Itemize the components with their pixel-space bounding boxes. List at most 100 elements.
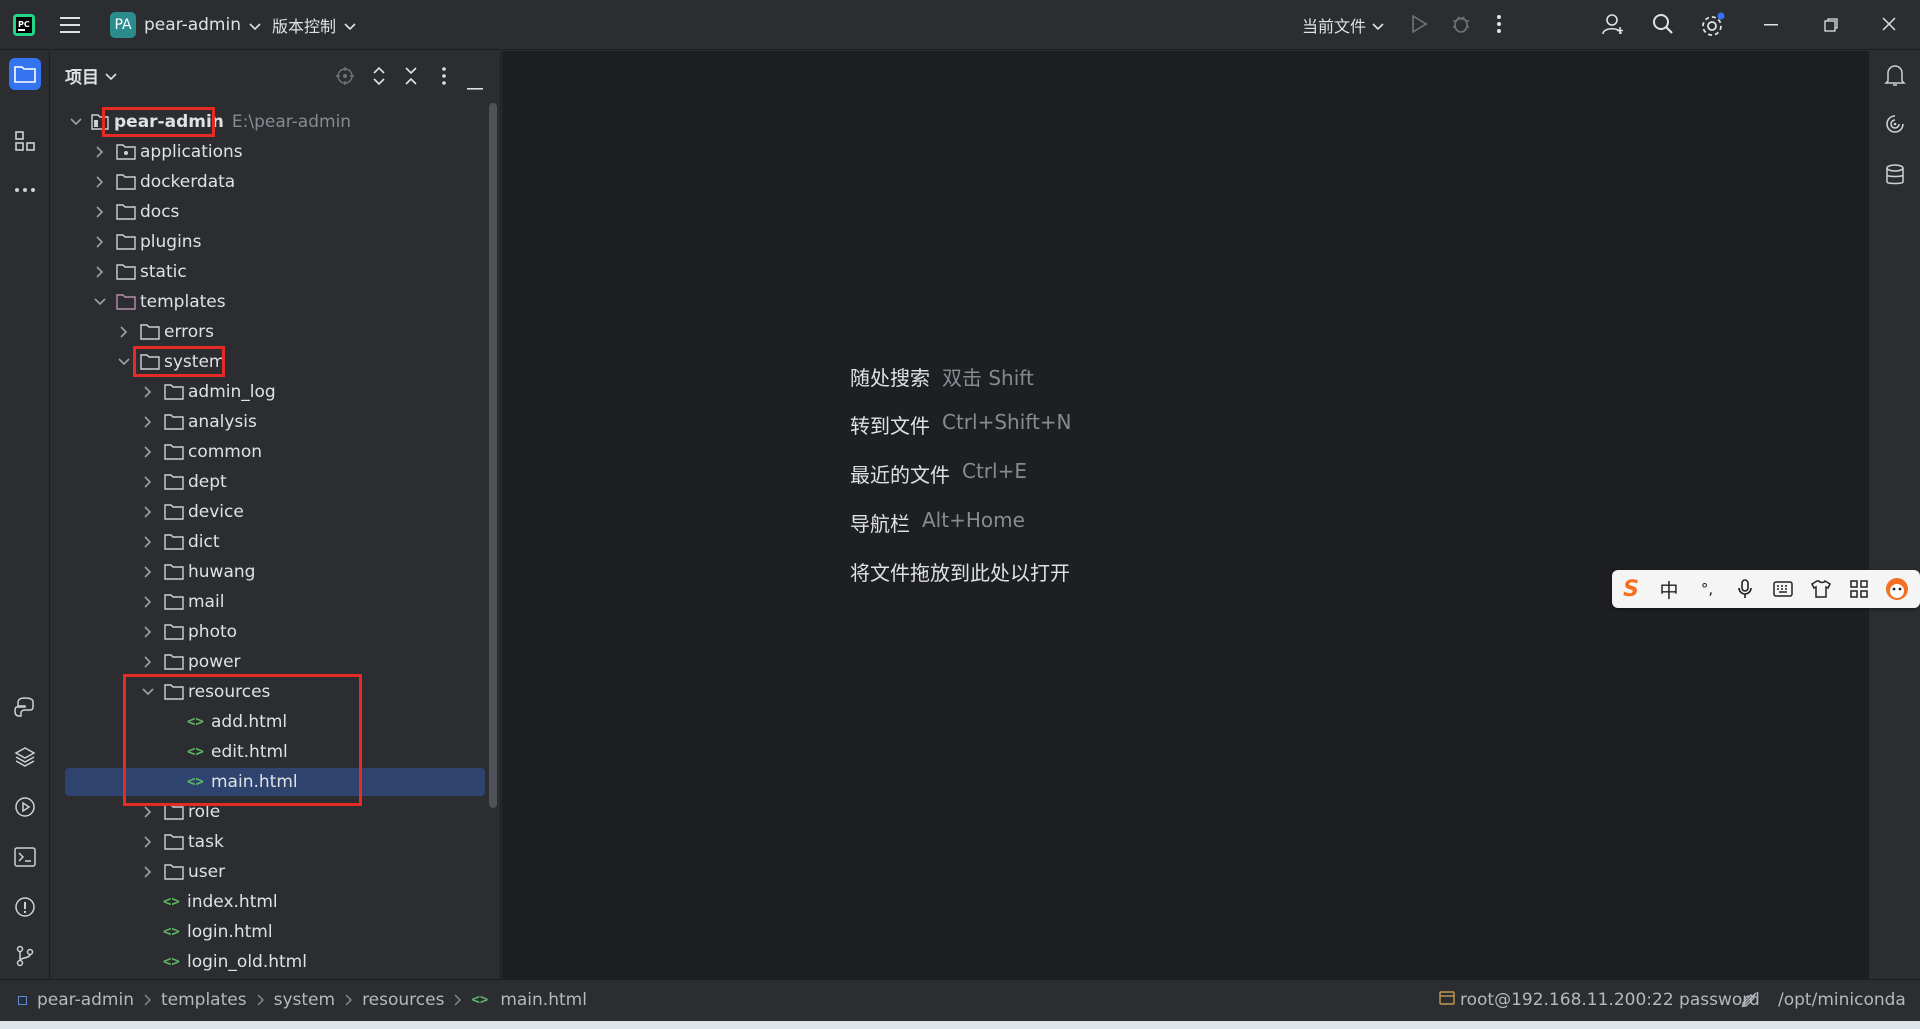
tree-item-power[interactable]: power <box>141 647 241 677</box>
folder-icon <box>163 622 185 642</box>
database-icon[interactable] <box>1884 163 1906 191</box>
ime-mode-toggle[interactable]: 中 <box>1650 570 1688 608</box>
tree-item-login-old-html[interactable]: <> login_old.html <box>163 947 307 977</box>
run-config-selector[interactable]: 当前文件 <box>1302 12 1384 38</box>
readonly-toggle-icon[interactable] <box>1740 991 1758 1013</box>
tree-item-applications[interactable]: applications <box>93 137 243 167</box>
chevron-down-icon <box>69 115 83 129</box>
terminal-icon[interactable] <box>9 841 41 873</box>
microphone-icon[interactable] <box>1726 570 1764 608</box>
debug-icon[interactable] <box>1450 13 1472 35</box>
editor-empty-state[interactable] <box>502 51 1868 979</box>
problems-icon[interactable] <box>9 891 41 923</box>
structure-icon[interactable] <box>9 125 41 157</box>
tree-item-label: errors <box>164 322 215 342</box>
restore-icon[interactable] <box>1824 18 1838 32</box>
project-folder-icon[interactable] <box>9 58 41 90</box>
tree-item-huwang[interactable]: huwang <box>141 557 255 587</box>
sogou-logo-icon[interactable]: S <box>1612 570 1650 608</box>
breadcrumb-item[interactable]: system <box>274 990 335 1010</box>
tree-item-index-html[interactable]: <> index.html <box>163 887 278 917</box>
tree-item-analysis[interactable]: analysis <box>141 407 257 437</box>
more-tools-icon[interactable] <box>9 174 41 206</box>
ai-assistant-icon[interactable] <box>1884 113 1906 139</box>
breadcrumb-item[interactable]: templates <box>161 990 247 1010</box>
project-badge: PA <box>110 12 136 38</box>
title-bar: PC PA pear-admin 版本控制 当前文件 <box>0 0 1920 50</box>
tree-item-label: common <box>188 442 263 462</box>
chevron-right-icon <box>141 595 155 609</box>
services-icon[interactable] <box>9 791 41 823</box>
project-selector[interactable]: PA pear-admin <box>110 12 261 38</box>
close-icon[interactable] <box>1882 17 1896 31</box>
hint-label: 最近的文件 <box>850 463 950 487</box>
tree-item-task[interactable]: task <box>141 827 224 857</box>
tree-item-user[interactable]: user <box>141 857 225 887</box>
tree-item-dict[interactable]: dict <box>141 527 220 557</box>
chevron-right-icon <box>141 565 155 579</box>
ime-punctuation-toggle[interactable]: °, <box>1688 570 1726 608</box>
hint-label: 转到文件 <box>850 414 930 438</box>
tree-scrollbar[interactable] <box>489 103 497 808</box>
tree-item-mail[interactable]: mail <box>141 587 224 617</box>
tree-item-templates[interactable]: templates <box>93 287 226 317</box>
vcs-selector[interactable]: 版本控制 <box>272 12 356 38</box>
tree-item-photo[interactable]: photo <box>141 617 237 647</box>
folder-icon <box>163 442 185 462</box>
pycharm-logo-icon[interactable]: PC <box>12 12 38 38</box>
keyboard-icon[interactable] <box>1764 570 1802 608</box>
minimize-icon[interactable] <box>1764 24 1778 26</box>
folder-icon <box>139 322 161 342</box>
remote-host-widget[interactable]: root@192.168.11.200:22 password <box>1438 989 1760 1011</box>
git-branch-icon[interactable] <box>9 940 41 972</box>
layers-icon[interactable] <box>9 741 41 773</box>
interpreter-widget[interactable]: /opt/miniconda <box>1778 990 1906 1010</box>
hint-navigation-bar: 导航栏 Alt+Home <box>850 508 1025 537</box>
panel-title: 项目 <box>65 68 99 88</box>
expand-all-icon[interactable] <box>371 66 387 90</box>
hint-shortcut: 双击 Shift <box>942 366 1034 390</box>
skin-shirt-icon[interactable] <box>1802 570 1840 608</box>
breadcrumb-item[interactable]: pear-admin <box>37 990 134 1010</box>
settings-gear-icon[interactable] <box>1700 12 1726 38</box>
locate-file-icon[interactable] <box>335 66 355 90</box>
tree-item-admin-log[interactable]: admin_log <box>141 377 276 407</box>
ime-toolbar[interactable]: S 中 °, <box>1612 570 1920 608</box>
tree-item-docs[interactable]: docs <box>93 197 179 227</box>
folder-icon <box>115 172 137 192</box>
tree-item-common[interactable]: common <box>141 437 262 467</box>
main-menu-icon[interactable] <box>60 12 86 38</box>
search-icon[interactable] <box>1652 13 1674 35</box>
python-console-icon[interactable] <box>9 691 41 723</box>
tree-item-label: photo <box>188 622 238 642</box>
chevron-down-icon <box>117 355 131 369</box>
breadcrumb-item[interactable]: resources <box>362 990 444 1010</box>
html-file-icon: <> <box>163 924 180 940</box>
hide-panel-icon[interactable] <box>467 75 483 94</box>
run-icon[interactable] <box>1410 14 1428 34</box>
status-bar: pear-admin templates system resources <>… <box>0 979 1920 1021</box>
tree-item-device[interactable]: device <box>141 497 244 527</box>
tree-item-login-html[interactable]: <> login.html <box>163 917 273 947</box>
more-actions-icon[interactable] <box>1496 13 1502 35</box>
tree-item-plugins[interactable]: plugins <box>93 227 201 257</box>
chevron-down-icon <box>93 295 107 309</box>
mascot-avatar-icon[interactable] <box>1878 570 1916 608</box>
project-view-selector[interactable]: 项目 <box>65 63 117 88</box>
tree-item-static[interactable]: static <box>93 257 187 287</box>
tree-item-label: index.html <box>187 892 278 912</box>
tree-item-dockerdata[interactable]: dockerdata <box>93 167 235 197</box>
panel-options-icon[interactable] <box>441 66 447 90</box>
tree-item-errors[interactable]: errors <box>117 317 214 347</box>
breadcrumb-item[interactable]: main.html <box>500 990 587 1010</box>
root-folder-path: E:\pear-admin <box>231 112 352 132</box>
folder-icon <box>163 862 185 882</box>
add-user-icon[interactable] <box>1602 12 1626 36</box>
toolbox-grid-icon[interactable] <box>1840 570 1878 608</box>
html-file-icon: <> <box>471 992 489 1008</box>
folder-icon <box>163 382 185 402</box>
notifications-bell-icon[interactable] <box>1884 63 1906 91</box>
project-panel: 项目 pear-admin E:\pear-admin applications… <box>51 51 501 979</box>
collapse-all-icon[interactable] <box>403 66 419 90</box>
tree-item-dept[interactable]: dept <box>141 467 227 497</box>
